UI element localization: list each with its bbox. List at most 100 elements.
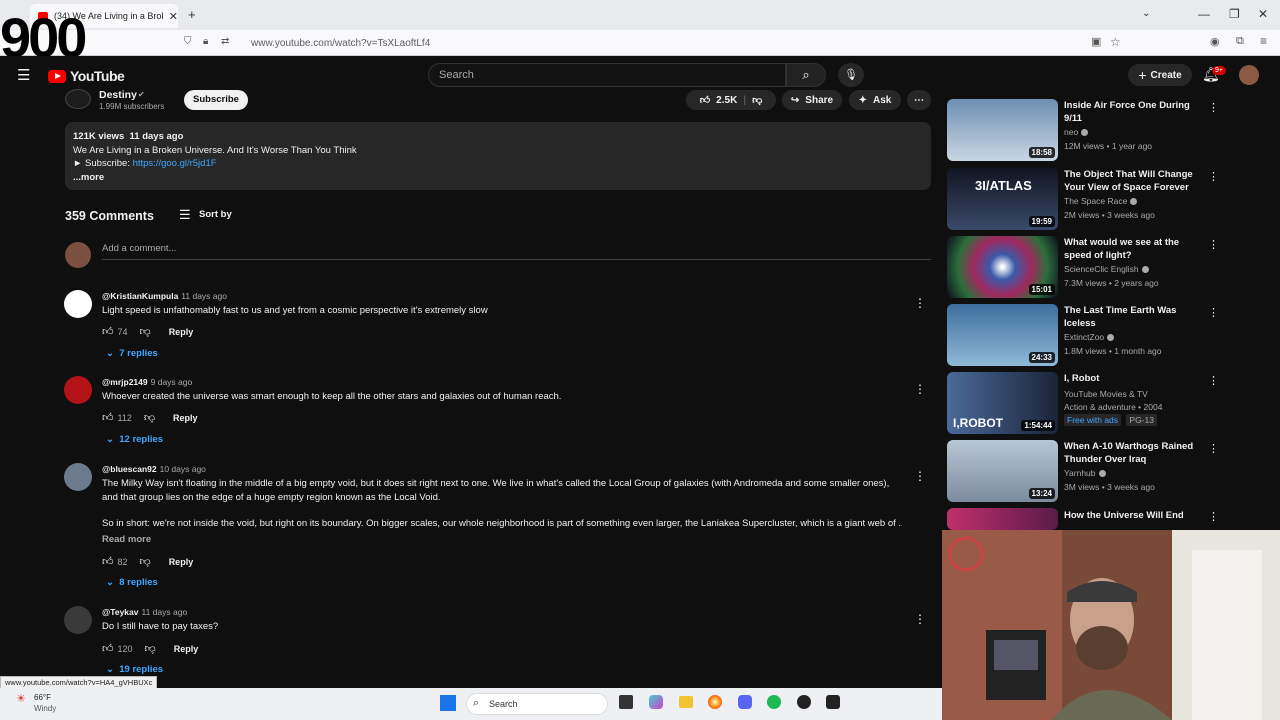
share-button[interactable]: ↪ Share (782, 90, 842, 110)
video-title[interactable]: I, Robot (1064, 372, 1202, 385)
new-tab-button[interactable]: + (188, 7, 196, 22)
comment-author[interactable]: @Teykav (102, 607, 139, 617)
reply-button[interactable]: Reply (173, 413, 198, 423)
windows-start-icon[interactable] (440, 695, 456, 711)
weather-temp[interactable]: 66°F (34, 693, 51, 702)
firefox-icon[interactable] (708, 695, 722, 709)
weather-desc[interactable]: Windy (34, 704, 56, 713)
account-icon[interactable]: ◉ (1210, 35, 1220, 48)
address-bar[interactable]: ⛉ 🔒︎ ⇄ www.youtube.com/watch?v=TsXLaoftL… (0, 30, 1280, 56)
video-menu-icon[interactable]: ⋮ (1208, 306, 1219, 319)
sort-by-button[interactable]: Sort by (199, 209, 232, 220)
more-actions-button[interactable]: ⋯ (907, 90, 931, 110)
voice-search-button[interactable]: 🎙︎ (838, 63, 864, 87)
related-video[interactable]: 18:58 Inside Air Force One During 9/11 n… (947, 99, 1219, 161)
search-button[interactable]: ⌕ (786, 63, 826, 87)
spotify-icon[interactable] (767, 695, 781, 709)
comment-author[interactable]: @KristianKumpula (102, 291, 178, 301)
discord-icon[interactable] (738, 695, 752, 709)
thumbs-up-icon[interactable]: 👍︎ (700, 94, 710, 106)
lock-icon[interactable]: 🔒︎ (203, 36, 208, 47)
comment-age[interactable]: 11 days ago (142, 607, 188, 617)
hamburger-menu-icon[interactable]: ☰ (17, 66, 30, 84)
reply-button[interactable]: Reply (169, 327, 194, 337)
commenter-avatar[interactable] (64, 606, 92, 634)
thumbs-down-icon[interactable]: 👎︎ (145, 642, 156, 655)
video-channel[interactable]: neo (1064, 127, 1078, 137)
like-count[interactable]: 2.5K (716, 95, 737, 106)
replies-toggle[interactable]: 19 replies (119, 664, 163, 675)
reply-button[interactable]: Reply (169, 557, 194, 567)
video-thumbnail[interactable]: 3I/ATLAS 19:59 (947, 168, 1058, 230)
close-tab-icon[interactable]: ✕ (169, 10, 178, 23)
weather-icon[interactable]: ☀ (16, 692, 26, 705)
comment-menu-icon[interactable]: ⋮ (914, 296, 926, 310)
thumbs-down-icon[interactable]: 👎︎ (144, 411, 155, 424)
window-close-icon[interactable]: ✕ (1258, 7, 1268, 21)
thumbs-up-icon[interactable]: 👍︎ (102, 411, 114, 424)
file-explorer-icon[interactable] (679, 696, 693, 708)
commenter-avatar[interactable] (64, 290, 92, 318)
related-video[interactable]: 15:01 What would we see at the speed of … (947, 236, 1219, 298)
comment-author[interactable]: @bluescan92 (102, 464, 157, 474)
extensions-icon[interactable]: ⧉ (1236, 35, 1244, 48)
commenter-avatar[interactable] (64, 463, 92, 491)
thumbs-down-icon[interactable]: 👎︎ (140, 325, 151, 338)
video-channel[interactable]: The Space Race (1064, 196, 1127, 206)
comment-menu-icon[interactable]: ⋮ (914, 612, 926, 626)
comment-menu-icon[interactable]: ⋮ (914, 382, 926, 396)
related-video[interactable]: I,ROBOT 1:54:44 I, Robot YouTube Movies … (947, 372, 1219, 434)
related-video[interactable]: How the Universe Will End ⋮ (947, 508, 1219, 530)
create-button[interactable]: + Create (1128, 64, 1192, 86)
read-more-link[interactable]: Read more (102, 533, 151, 547)
related-video[interactable]: 13:24 When A-10 Warthogs Rained Thunder … (947, 440, 1219, 502)
search-input[interactable]: Search (428, 63, 786, 87)
video-thumbnail[interactable]: 24:33 (947, 304, 1058, 366)
video-title[interactable]: Inside Air Force One During 9/11 (1064, 99, 1202, 125)
show-more-link[interactable]: ...more (73, 171, 923, 185)
video-thumbnail[interactable]: 15:01 (947, 236, 1058, 298)
tab-list-chevron-icon[interactable]: ⌄ (1142, 8, 1150, 19)
video-thumbnail[interactable]: 18:58 (947, 99, 1058, 161)
add-comment-input[interactable]: Add a comment... (102, 243, 176, 254)
subscribe-link[interactable]: https://goo.gl/r5jd1F (133, 158, 217, 169)
video-thumbnail[interactable]: 13:24 (947, 440, 1058, 502)
menu-icon[interactable]: ≡ (1260, 34, 1267, 48)
minimize-icon[interactable]: — (1198, 7, 1210, 21)
video-menu-icon[interactable]: ⋮ (1208, 238, 1219, 251)
shield-icon[interactable]: ⛉ (184, 36, 192, 47)
subscribe-button[interactable]: Subscribe (184, 90, 248, 110)
replies-toggle[interactable]: 7 replies (119, 348, 158, 359)
channel-name[interactable]: Destiny (99, 89, 137, 101)
commenter-avatar[interactable] (64, 376, 92, 404)
task-view-icon[interactable] (619, 695, 633, 709)
thumbs-up-icon[interactable]: 👍︎ (102, 555, 114, 568)
comment-age[interactable]: 9 days ago (151, 377, 193, 387)
youtube-logo[interactable]: YouTube (48, 68, 125, 84)
video-menu-icon[interactable]: ⋮ (1208, 101, 1219, 114)
permissions-icon[interactable]: ⇄ (221, 36, 229, 47)
thumbs-down-icon[interactable]: 👎︎ (140, 555, 151, 568)
comment-age[interactable]: 11 days ago (181, 291, 227, 301)
related-video[interactable]: 24:33 The Last Time Earth Was Iceless Ex… (947, 304, 1219, 366)
reply-button[interactable]: Reply (174, 644, 199, 654)
sort-icon[interactable]: ☰ (179, 207, 191, 223)
video-title[interactable]: The Object That Will Change Your View of… (1064, 168, 1202, 194)
maximize-icon[interactable]: ❐ (1229, 7, 1240, 21)
taskbar-search[interactable]: ⌕ Search (466, 693, 608, 715)
video-menu-icon[interactable]: ⋮ (1208, 442, 1219, 455)
video-title[interactable]: The Last Time Earth Was Iceless (1064, 304, 1202, 330)
channel-avatar[interactable] (65, 89, 91, 109)
ask-button[interactable]: ✦ Ask (849, 90, 901, 110)
thumbs-up-icon[interactable]: 👍︎ (102, 642, 114, 655)
bookmark-star-icon[interactable]: ☆ (1110, 35, 1121, 49)
video-title[interactable]: How the Universe Will End (1064, 509, 1202, 522)
replies-toggle[interactable]: 8 replies (119, 577, 158, 588)
video-menu-icon[interactable]: ⋮ (1208, 510, 1219, 523)
obs-icon[interactable] (797, 695, 811, 709)
video-thumbnail[interactable] (947, 508, 1058, 530)
video-channel[interactable]: ExtinctZoo (1064, 332, 1104, 342)
copilot-icon[interactable] (649, 695, 663, 709)
video-menu-icon[interactable]: ⋮ (1208, 374, 1219, 387)
video-description[interactable]: 121K views 11 days ago We Are Living in … (65, 122, 931, 190)
